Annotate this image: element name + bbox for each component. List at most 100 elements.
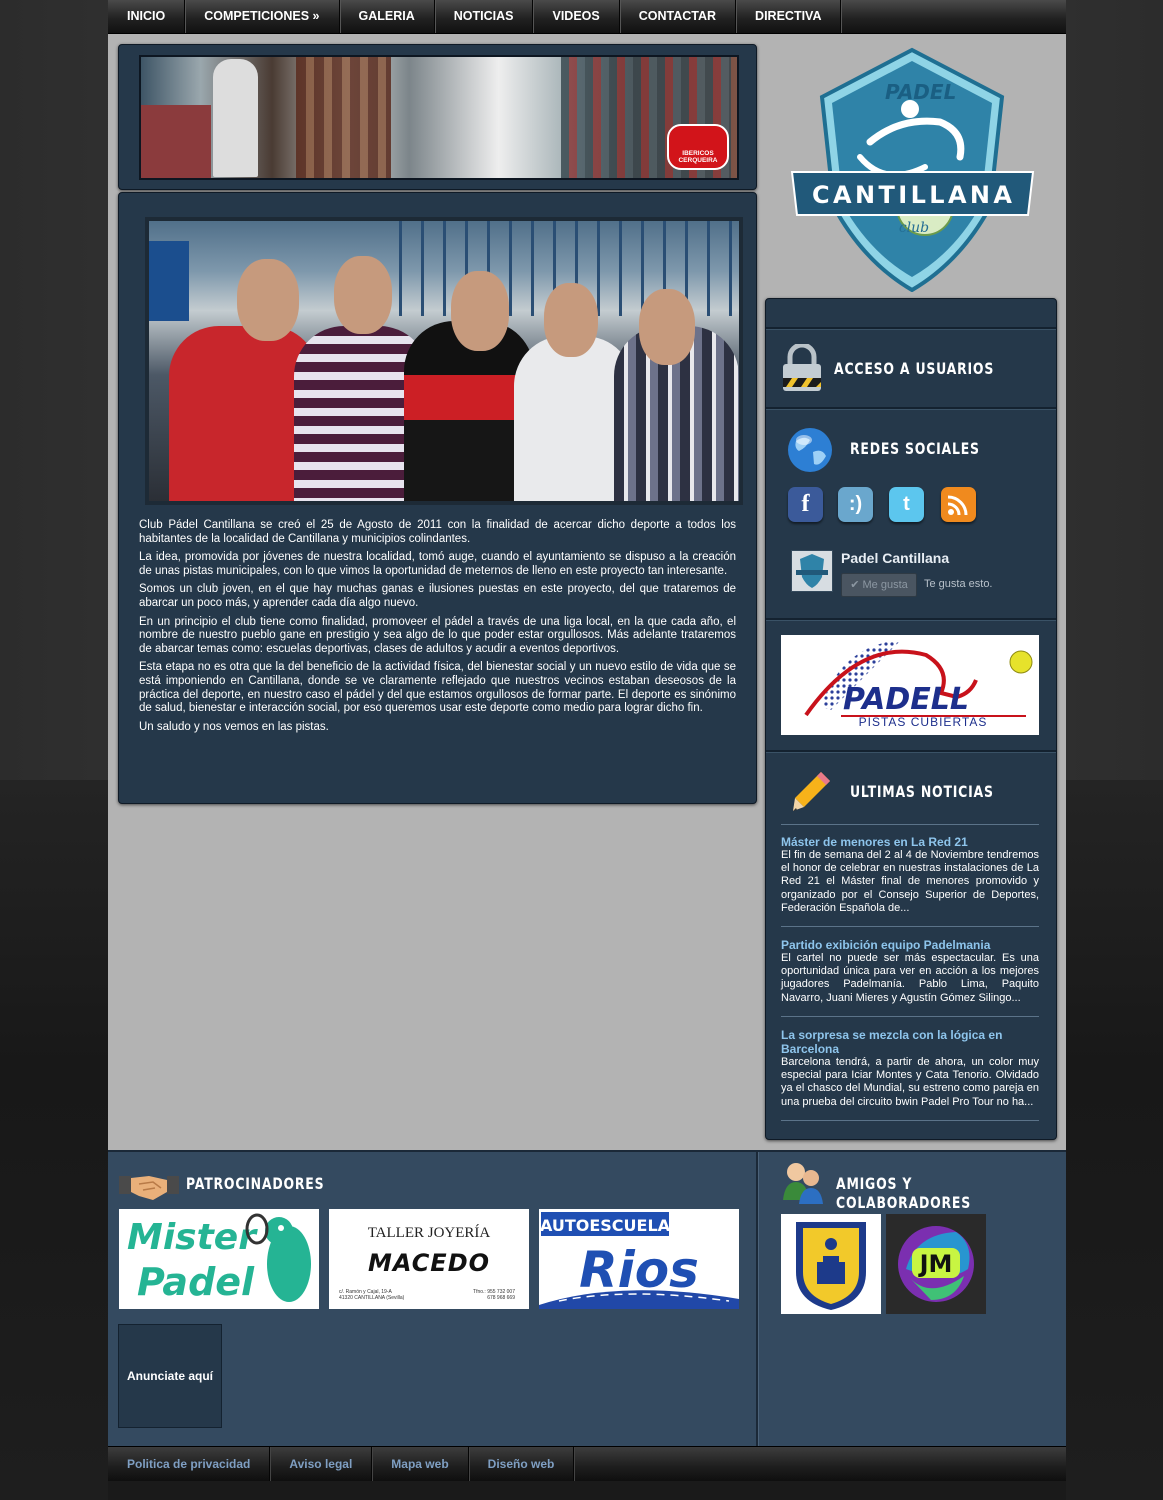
facebook-icon[interactable]: f	[788, 487, 823, 522]
player-head-shape	[639, 289, 695, 365]
banner-worker-shape	[213, 59, 258, 177]
padell-ad-brand: PADELL	[843, 682, 969, 717]
padlock-icon[interactable]	[781, 344, 823, 392]
sponsor-autoescuela-rios[interactable]: AUTOESCUELA Rios	[539, 1209, 739, 1309]
club-logo-name-text: CANTILLANA	[812, 181, 1012, 209]
banner-panel: IBERICOS CERQUEIRA	[118, 44, 757, 190]
footer-base	[108, 1481, 1066, 1500]
ayuntamiento-shield-icon	[796, 1222, 866, 1310]
news-item: Partido exibición equipo Padelmania El c…	[781, 938, 1039, 1005]
news-item: La sorpresa se mezcla con la lógica en B…	[781, 1028, 1039, 1109]
sponsor-macedo[interactable]: TALLER JOYERÍA MACEDO c/. Ramón y Cajal,…	[329, 1209, 529, 1309]
friend-ayuntamiento-logo[interactable]	[781, 1214, 881, 1314]
sidebar-divider	[766, 407, 1056, 410]
sidebar-divider	[766, 327, 1056, 330]
nav-item-contactar[interactable]: CONTACTAR	[620, 0, 737, 33]
footer-link-legal[interactable]: Aviso legal	[270, 1447, 373, 1481]
player-head-shape	[544, 283, 598, 357]
page-wrapper: INICIO COMPETICIONES » GALERIA NOTICIAS …	[108, 0, 1066, 1500]
macedo-line1: TALLER JOYERÍA	[367, 1225, 491, 1241]
social-title: REDES SOCIALES	[850, 439, 980, 458]
photo-banner-shape	[149, 241, 189, 321]
news-divider	[781, 926, 1039, 927]
padell-ad-subtitle: PISTAS CUBIERTAS	[859, 715, 988, 729]
users-icon	[783, 1163, 823, 1204]
globe-icon	[788, 428, 832, 472]
bottom-area: PATROCINADORES Mister Padel TALLER JOYER…	[108, 1150, 1066, 1447]
sponsors-title: PATROCINADORES	[186, 1174, 325, 1193]
article-paragraph: En un principio el club tiene como final…	[139, 615, 736, 655]
article-paragraph: Club Pádel Cantillana se creó el 25 de A…	[139, 519, 736, 545]
footer-link-web-design[interactable]: Diseño web	[469, 1447, 575, 1481]
facebook-like-label: Me gusta	[862, 579, 908, 591]
facebook-like-button[interactable]: ✔ Me gusta	[841, 573, 917, 597]
pencil-icon	[793, 772, 830, 811]
friends-title: AMIGOS Y COLABORADORES	[836, 1174, 972, 1212]
ibericos-logo: IBERICOS CERQUEIRA	[667, 124, 729, 170]
player-head-shape	[451, 271, 509, 351]
main-nav: INICIO COMPETICIONES » GALERIA NOTICIAS …	[108, 0, 1066, 34]
macedo-address: c/. Ramón y Cajal, 19-A 41320 CANTILLANA…	[339, 1289, 405, 1301]
news-item-title[interactable]: La sorpresa se mezcla con la lógica en B…	[781, 1028, 1039, 1056]
friend-jm-logo[interactable]: JM	[886, 1214, 986, 1314]
padell-ad-graphic: PADELL PISTAS CUBIERTAS	[804, 640, 1033, 729]
article-paragraph: Un saludo y nos vemos en las pistas.	[139, 720, 329, 733]
sidebar-divider	[766, 750, 1056, 753]
article-paragraph: Somos un club joven, en el que hay mucha…	[139, 583, 736, 609]
autoescuela-line2: Rios	[579, 1241, 699, 1299]
nav-item-competiciones[interactable]: COMPETICIONES »	[185, 0, 340, 33]
nav-item-directiva[interactable]: DIRECTIVA	[736, 0, 842, 33]
news-title: ULTIMAS NOTICIAS	[850, 782, 994, 801]
news-item-title[interactable]: Máster de menores en La Red 21	[781, 835, 1039, 849]
facebook-page-name[interactable]: Padel Cantillana	[841, 550, 949, 566]
banner-hams-shape	[296, 57, 391, 178]
advertise-here-button[interactable]: Anunciate aquí	[118, 1324, 222, 1428]
club-logo-club-text: club	[899, 220, 929, 236]
sponsor-banner-image[interactable]: IBERICOS CERQUEIRA	[139, 55, 739, 180]
news-divider	[781, 824, 1039, 825]
mister-padel-line2: Padel	[137, 1260, 255, 1304]
macedo-phones: Tfno.: 955 732 007 678 968 669	[473, 1289, 515, 1301]
jm-logo-text: JM	[918, 1250, 953, 1278]
content-panel: Club Pádel Cantillana se creó el 25 de A…	[118, 192, 757, 804]
news-divider	[781, 1016, 1039, 1017]
news-item-text: Barcelona tendrá, a partir de ahora, un …	[781, 1056, 1039, 1108]
handshake-icon	[119, 1176, 179, 1200]
news-item-title[interactable]: Partido exibición equipo Padelmania	[781, 938, 1039, 952]
club-logo-padel-text: PADEL	[885, 80, 956, 104]
rss-icon[interactable]	[941, 487, 976, 522]
team-photo	[145, 217, 743, 505]
mister-padel-logo: Mister Padel	[127, 1213, 311, 1304]
padell-ad[interactable]: PADELL PISTAS CUBIERTAS	[781, 635, 1039, 735]
nav-item-noticias[interactable]: NOTICIAS	[435, 0, 534, 33]
player-head-shape	[334, 256, 392, 334]
footer-link-sitemap[interactable]: Mapa web	[372, 1447, 469, 1481]
sidebar-divider	[766, 618, 1056, 621]
nav-item-inicio[interactable]: INICIO	[108, 0, 186, 33]
nav-item-videos[interactable]: VIDEOS	[533, 0, 620, 33]
nav-item-galeria[interactable]: GALERIA	[340, 0, 435, 33]
news-item-text: El fin de semana del 2 al 4 de Noviembre…	[781, 849, 1039, 914]
facebook-page-avatar[interactable]	[791, 550, 833, 592]
news-divider	[781, 1120, 1039, 1121]
club-mini-logo-icon	[796, 554, 828, 588]
tuenti-icon[interactable]: :)	[838, 487, 873, 522]
sponsor-mister-padel[interactable]: Mister Padel	[119, 1209, 319, 1309]
sidebar-panel: ACCESO A USUARIOS REDES SOCIALES f :) t …	[765, 298, 1057, 1140]
banner-meat-shape	[141, 105, 211, 178]
autoescuela-line1: AUTOESCUELA	[540, 1216, 671, 1235]
news-item-text: El cartel no puede ser más espectacular.…	[781, 952, 1039, 1004]
autoescuela-rios-logo: AUTOESCUELA Rios	[539, 1212, 739, 1309]
mister-padel-line1: Mister	[127, 1217, 258, 1258]
player-head-shape	[237, 259, 299, 341]
footer-nav: Politica de privacidad Aviso legal Mapa …	[108, 1446, 1066, 1481]
jm-logo-icon: JM	[898, 1226, 974, 1302]
club-logo[interactable]: PADEL CANTILLANA club	[790, 47, 1035, 292]
twitter-icon[interactable]: t	[889, 487, 924, 522]
macedo-line2: MACEDO	[367, 1249, 491, 1277]
article-paragraph: Esta etapa no es otra que la del benefic…	[139, 661, 736, 715]
facebook-like-text: Te gusta esto.	[924, 578, 993, 590]
footer-link-privacy[interactable]: Politica de privacidad	[108, 1447, 271, 1481]
club-article: Club Pádel Cantillana se creó el 25 de A…	[139, 519, 736, 739]
login-title: ACCESO A USUARIOS	[834, 359, 995, 378]
